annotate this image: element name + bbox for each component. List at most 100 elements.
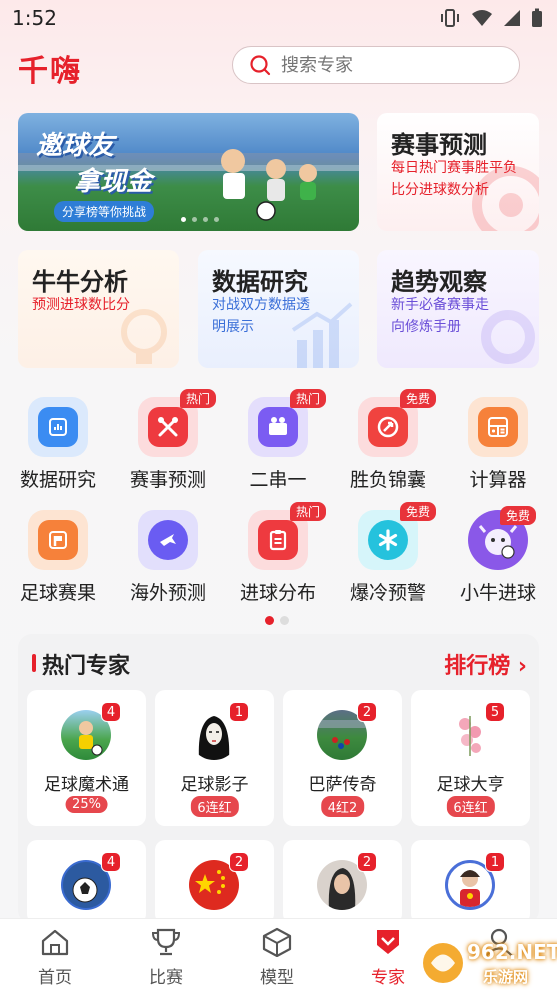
expert-name: 足球大亨 — [436, 775, 505, 795]
feature-card-match-prediction[interactable]: 赛事预测 每日热门赛事胜平负比分进球数分析 — [377, 113, 539, 231]
free-badge: 免费 — [499, 506, 536, 525]
expert-count-badge: 4 — [101, 852, 121, 872]
crossed-tools-icon — [158, 417, 178, 437]
grid-item-label: 爆冷预警 — [349, 582, 426, 604]
section-title: 热门专家 — [42, 654, 131, 679]
grid-item-calculator[interactable]: 计算器 — [443, 397, 553, 492]
expert-count-badge: 1 — [485, 852, 505, 872]
grid-item-parlay[interactable]: 热门 二串一 — [223, 389, 333, 492]
expert-name: 足球魔术通 — [44, 775, 129, 795]
expert-count-badge: 2 — [229, 852, 249, 872]
tab-label: 模型 — [260, 968, 294, 988]
feature-subtitle: 每日热门赛事胜平负比分进球数分析 — [391, 160, 517, 198]
hot-experts-panel: 热门专家 排行榜 › 4 足球魔术通 25% 1 足球影子 6连红 2 巴萨传奇… — [18, 634, 539, 924]
grid-item-upset-alert[interactable]: 免费 爆冷预警 — [333, 502, 443, 605]
search-input[interactable] — [281, 54, 501, 76]
asterisk-icon — [378, 529, 398, 551]
expert-count-badge: 1 — [229, 702, 249, 722]
grid-item-label: 胜负锦囊 — [349, 469, 426, 491]
expert-count-badge: 2 — [357, 852, 377, 872]
banner-title-line2: 拿现金 — [74, 167, 153, 197]
expert-card[interactable]: 4 — [27, 840, 146, 924]
status-icons — [439, 8, 543, 28]
grid-item-label: 小牛进球 — [459, 582, 536, 604]
expert-card[interactable]: 1 足球影子 6连红 — [155, 690, 274, 826]
banner-title-line1: 邀球友 — [36, 131, 115, 161]
app-logo: 千嗨 — [18, 54, 82, 89]
hot-badge: 热门 — [179, 389, 216, 408]
feature-title: 赛事预测 — [391, 131, 487, 159]
expert-stat-tag: 6连红 — [446, 796, 495, 817]
expert-card[interactable]: 1 — [411, 840, 530, 924]
expert-name: 巴萨传奇 — [308, 775, 377, 795]
section-accent-bar — [32, 654, 36, 672]
grid-item-goal-distribution[interactable]: 热门 进球分布 — [223, 502, 333, 605]
site-watermark: 962.NET 乐游网 — [421, 936, 557, 990]
battery-icon — [532, 8, 542, 27]
tab-label: 首页 — [38, 968, 72, 988]
grid-item-label: 二串一 — [249, 469, 307, 491]
expert-card[interactable]: 5 足球大亨 6连红 — [411, 690, 530, 826]
promo-banner[interactable]: 邀球友 拿现金 分享榜等你挑战 — [18, 113, 359, 231]
expert-name: 足球影子 — [180, 775, 249, 795]
clipboard-icon — [269, 530, 287, 551]
vibrate-icon — [441, 9, 459, 27]
header: 千嗨 — [0, 40, 557, 96]
cube-icon — [262, 927, 292, 958]
expert-stat-tag: 6连红 — [190, 796, 239, 817]
grid-item-label: 数据研究 — [19, 469, 96, 491]
feature-title: 趋势观察 — [391, 268, 487, 296]
signal-icon — [504, 10, 520, 26]
watermark-text: 962.NET — [467, 940, 557, 964]
grid-item-overseas-prediction[interactable]: 海外预测 — [113, 510, 223, 605]
grid-item-label: 进球分布 — [239, 582, 316, 604]
search-bar[interactable] — [232, 46, 520, 84]
feature-title: 数据研究 — [212, 268, 308, 296]
flag-icon — [49, 531, 67, 549]
expert-card[interactable]: 2 — [155, 840, 274, 924]
expert-card[interactable]: 4 足球魔术通 25% — [27, 690, 146, 826]
banner-tag: 分享榜等你挑战 — [54, 201, 155, 222]
search-icon — [250, 55, 271, 76]
plane-icon — [160, 534, 176, 546]
grid-item-win-loss-tips[interactable]: 免费 胜负锦囊 — [333, 389, 443, 492]
expert-card[interactable]: 2 — [283, 840, 402, 924]
expert-stat-tag: 25% — [65, 796, 108, 813]
grid-item-label: 计算器 — [469, 469, 527, 491]
grid-item-match-prediction[interactable]: 热门 赛事预测 — [113, 389, 223, 492]
tab-home[interactable]: 首页 — [0, 927, 110, 988]
tab-label: 比赛 — [149, 968, 183, 988]
tab-model[interactable]: 模型 — [222, 927, 332, 988]
feature-card-analysis[interactable]: 牛牛分析 预测进球数比分 — [18, 250, 179, 368]
calculator-icon — [488, 417, 508, 437]
grid-item-data-research[interactable]: 数据研究 — [3, 397, 113, 492]
feature-title: 牛牛分析 — [32, 268, 128, 296]
feature-card-trend[interactable]: 趋势观察 新手必备赛事走向修炼手册 — [377, 250, 539, 368]
wifi-icon — [472, 10, 492, 26]
free-badge: 免费 — [399, 502, 436, 521]
leaderboard-link[interactable]: 排行榜 › — [444, 648, 527, 680]
tab-match[interactable]: 比赛 — [111, 927, 221, 988]
hot-badge: 热门 — [289, 502, 326, 521]
watermark-subtext: 乐游网 — [483, 968, 529, 986]
target-icon — [377, 416, 399, 438]
feature-subtitle: 对战双方数据透明展示 — [212, 297, 310, 335]
status-time: 1:52 — [12, 6, 57, 30]
trophy-icon — [151, 928, 181, 956]
expert-count-badge: 2 — [357, 702, 377, 722]
grid-item-label: 足球赛果 — [19, 582, 96, 604]
grid-item-label: 赛事预测 — [129, 469, 206, 491]
banner-pager-dots — [181, 217, 219, 222]
projector-icon — [269, 417, 287, 435]
expert-card[interactable]: 2 巴萨传奇 4红2 — [283, 690, 402, 826]
bar-chart-icon — [49, 418, 67, 436]
grid-item-bull-goals[interactable]: 免费 小牛进球 — [443, 506, 553, 605]
grid-item-football-results[interactable]: 足球赛果 — [3, 510, 113, 605]
grid-pager-dots — [265, 616, 289, 625]
feature-card-data-research[interactable]: 数据研究 对战双方数据透明展示 — [198, 250, 359, 368]
hot-badge: 热门 — [289, 389, 326, 408]
home-icon — [41, 929, 69, 956]
status-bar: 1:52 — [0, 0, 557, 36]
expert-badge-icon — [377, 930, 399, 954]
expert-stat-tag: 4红2 — [320, 796, 365, 817]
